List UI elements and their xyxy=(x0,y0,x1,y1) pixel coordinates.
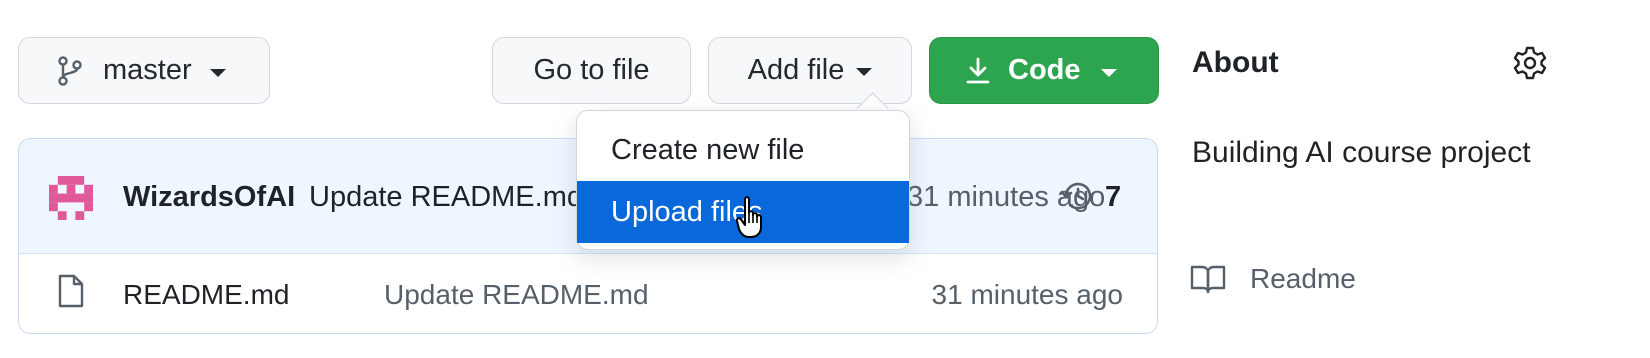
commit-message[interactable]: Update README.md xyxy=(309,181,583,214)
go-to-file-button[interactable]: Go to file xyxy=(492,37,691,104)
commit-count[interactable]: 7 xyxy=(1105,181,1121,214)
readme-link[interactable]: Readme xyxy=(1250,263,1356,295)
file-name-link[interactable]: README.md xyxy=(123,279,289,311)
gear-icon[interactable] xyxy=(1512,45,1548,81)
chevron-down-icon xyxy=(209,68,226,77)
download-icon xyxy=(966,57,990,83)
file-commit-message[interactable]: Update README.md xyxy=(384,279,649,311)
history-icon[interactable] xyxy=(1059,177,1097,215)
commit-author[interactable]: WizardsOfAI xyxy=(123,181,295,214)
go-to-file-label: Go to file xyxy=(533,54,650,86)
branch-selector-button[interactable]: master xyxy=(18,37,270,104)
chevron-down-icon xyxy=(856,67,873,76)
pointer-cursor-icon xyxy=(735,196,762,238)
table-row[interactable]: README.md Update README.md 31 minutes ag… xyxy=(19,254,1157,333)
menu-item-label: Create new file xyxy=(611,133,805,166)
book-icon xyxy=(1190,265,1226,294)
file-commit-time: 31 minutes ago xyxy=(931,279,1123,310)
chevron-down-icon xyxy=(1100,68,1117,77)
about-heading: About xyxy=(1192,46,1279,79)
branch-name: master xyxy=(103,54,192,86)
file-icon xyxy=(58,274,84,308)
avatar[interactable] xyxy=(49,176,93,220)
git-branch-icon xyxy=(58,55,82,86)
add-file-button[interactable]: Add file xyxy=(708,37,912,104)
add-file-label: Add file xyxy=(747,54,845,86)
code-button[interactable]: Code xyxy=(929,37,1159,104)
menu-item-create-new-file[interactable]: Create new file xyxy=(577,119,909,181)
repo-description: Building AI course project xyxy=(1192,136,1531,169)
code-label: Code xyxy=(1008,54,1081,86)
